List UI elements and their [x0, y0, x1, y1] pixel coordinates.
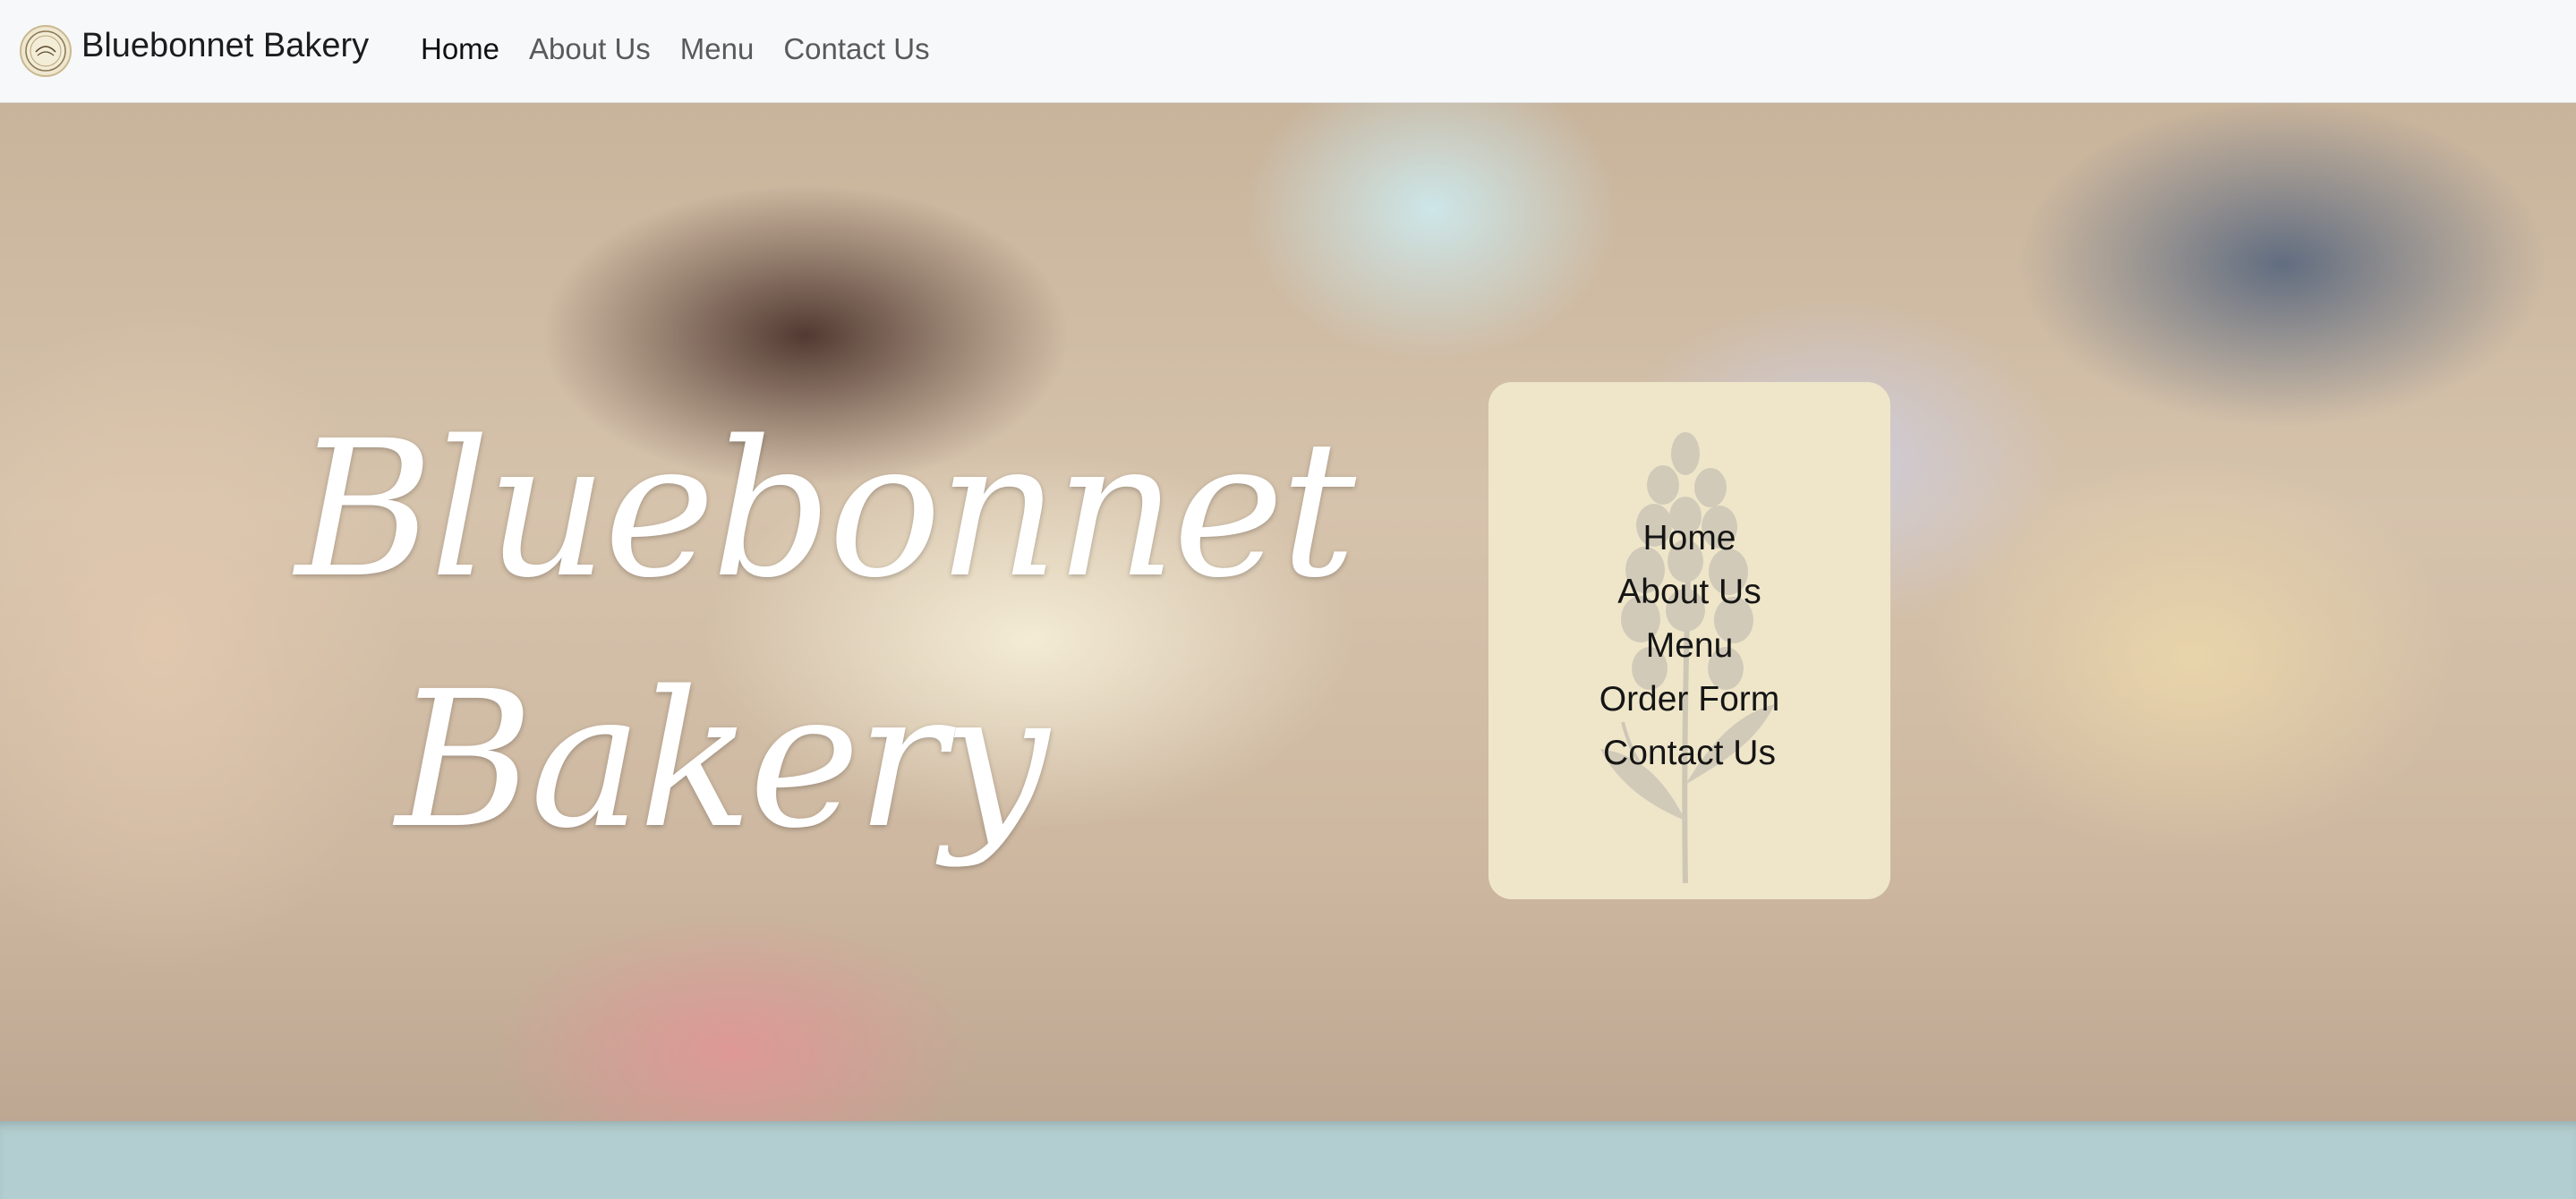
nav-link-menu[interactable]: Menu: [680, 32, 755, 66]
hero-menu-item-contact-us[interactable]: Contact Us: [1603, 727, 1776, 780]
nav-link-about-us[interactable]: About Us: [529, 32, 651, 66]
hero-menu-list: Home About Us Menu Order Form Contact Us: [1488, 512, 1890, 780]
nav-link-home[interactable]: Home: [421, 32, 499, 66]
navbar-links: Home About Us Menu Contact Us: [421, 32, 930, 66]
hero-banner: Bluebonnet Bakery Home About Us Menu Ord…: [0, 103, 2576, 1121]
top-navbar: Bluebonnet Bakery Home About Us Menu Con…: [0, 0, 2576, 103]
hero-menu-item-about-us[interactable]: About Us: [1617, 565, 1761, 619]
bakery-logo-icon[interactable]: [20, 25, 72, 77]
hero-menu-card: Home About Us Menu Order Form Contact Us: [1488, 382, 1890, 899]
hero-menu-item-order-form[interactable]: Order Form: [1599, 673, 1780, 727]
hero-menu-item-home[interactable]: Home: [1642, 512, 1736, 565]
nav-link-contact-us[interactable]: Contact Us: [783, 32, 929, 66]
bottom-section-band: [0, 1121, 2576, 1199]
hero-title: Bluebonnet Bakery: [295, 389, 1356, 881]
hero-title-line-2: Bakery: [395, 651, 1049, 870]
hero-title-line-1: Bluebonnet: [295, 400, 1356, 619]
brand-name[interactable]: Bluebonnet Bakery: [81, 27, 369, 65]
hero-menu-item-menu[interactable]: Menu: [1646, 619, 1734, 673]
